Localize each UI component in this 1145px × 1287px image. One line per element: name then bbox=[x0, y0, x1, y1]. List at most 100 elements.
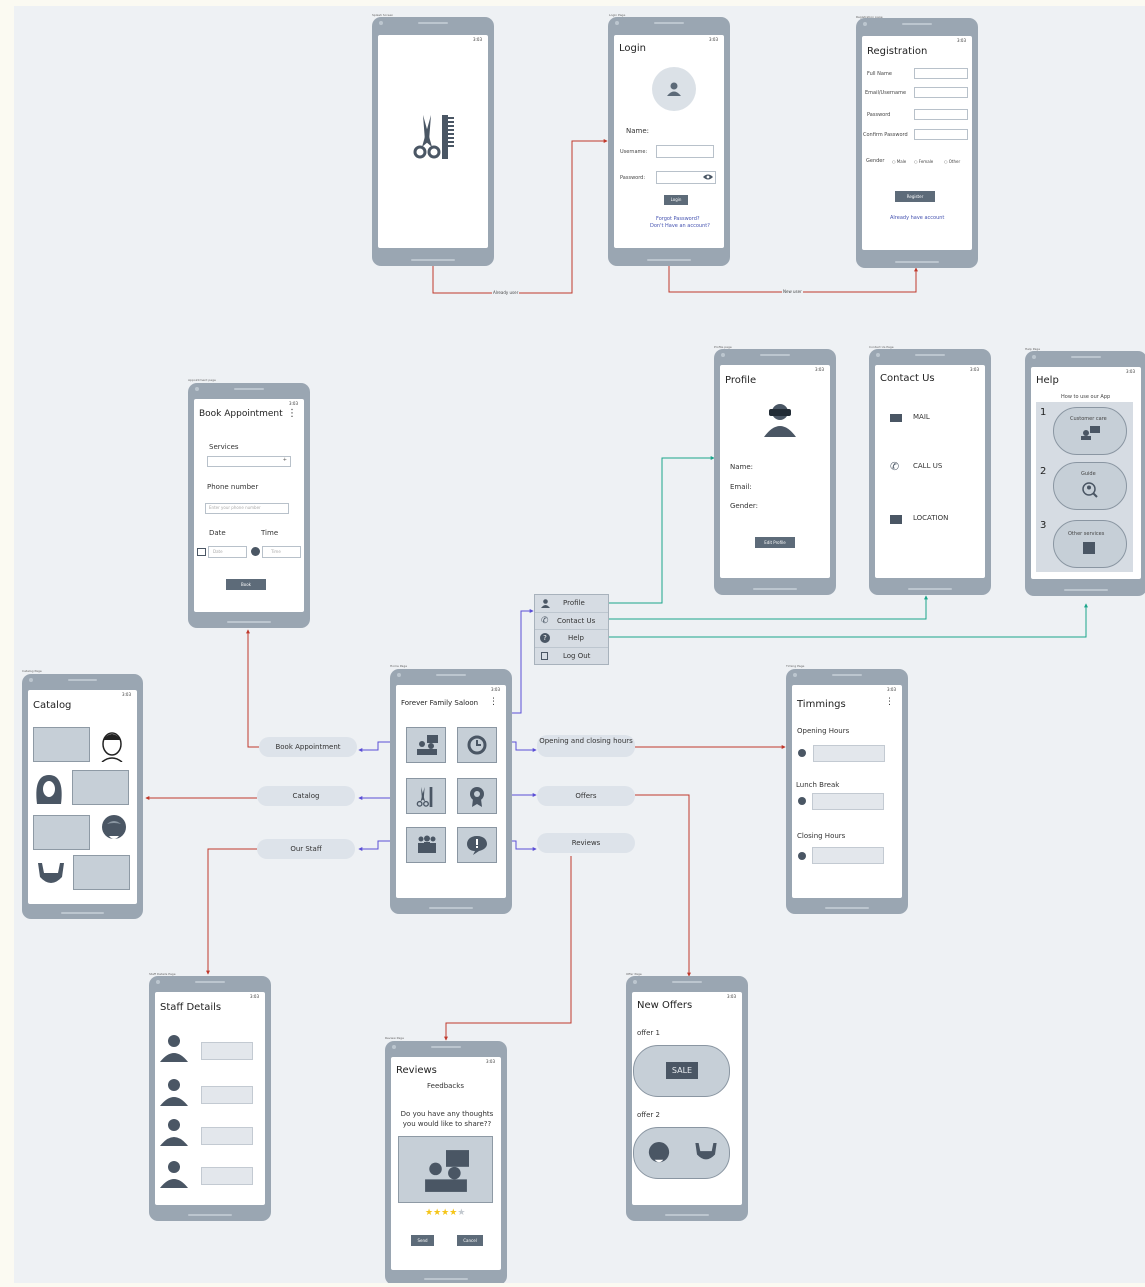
catalog-image[interactable] bbox=[33, 727, 90, 762]
user-icon bbox=[541, 599, 550, 608]
curly-hair-icon bbox=[648, 1142, 670, 1163]
tile-offers[interactable] bbox=[457, 778, 497, 814]
confirm-password-input[interactable] bbox=[914, 129, 968, 140]
book-appointment-pill[interactable]: Book Appointment bbox=[259, 737, 357, 757]
beard-icon[interactable] bbox=[38, 863, 64, 885]
edit-profile-button[interactable]: Edit Profile bbox=[755, 537, 795, 548]
staff-details-field bbox=[201, 1042, 253, 1060]
group-icon bbox=[418, 835, 436, 853]
status-time: 3:03 bbox=[1126, 369, 1135, 374]
star-rating[interactable]: ★★★★★ bbox=[425, 1208, 465, 1218]
email-input[interactable] bbox=[914, 87, 968, 98]
help-item-label: Guide bbox=[1081, 471, 1096, 477]
frame-label-timing: Timing Page bbox=[786, 664, 805, 668]
status-time: 3:03 bbox=[957, 38, 966, 43]
status-time: 3:03 bbox=[970, 367, 979, 372]
avatar bbox=[652, 67, 696, 111]
opening-hours-field[interactable] bbox=[813, 745, 885, 762]
our-staff-pill[interactable]: Our Staff bbox=[257, 839, 355, 859]
register-button[interactable]: Register bbox=[895, 191, 935, 202]
phone-input[interactable]: Enter your phone number bbox=[205, 503, 289, 514]
gender-female-radio[interactable]: ○ Female bbox=[914, 159, 933, 164]
phone-registration: 3:03 Registration Full Name Email/Userna… bbox=[856, 18, 978, 268]
help-item-guide[interactable]: Guide bbox=[1053, 462, 1127, 510]
closing-hours-field[interactable] bbox=[812, 847, 884, 864]
catalog-image[interactable] bbox=[73, 855, 130, 890]
more-vertical-icon[interactable]: ⋮ bbox=[489, 697, 498, 707]
location-link[interactable]: LOCATION bbox=[913, 514, 948, 522]
catalog-pill[interactable]: Catalog bbox=[257, 786, 355, 806]
star-icon[interactable]: ★ bbox=[457, 1208, 465, 1218]
date-input[interactable]: Date bbox=[208, 546, 247, 558]
gender-male-radio[interactable]: ○ Male bbox=[892, 159, 906, 164]
lunch-break-label: Lunch Break bbox=[796, 781, 840, 789]
fullname-label: Full Name bbox=[867, 71, 892, 77]
phone-help: 3:03 Help How to use our App 1 Customer … bbox=[1025, 351, 1145, 596]
edge-menu-to-contact bbox=[608, 595, 928, 620]
curly-hair-icon[interactable] bbox=[101, 814, 127, 842]
edge-offers-to-offerpage bbox=[635, 794, 691, 977]
map-icon[interactable] bbox=[890, 515, 902, 524]
time-input[interactable]: Time bbox=[262, 546, 301, 558]
offer-2-card[interactable] bbox=[633, 1127, 730, 1179]
offer-1-card[interactable]: SALE bbox=[633, 1045, 730, 1097]
puzzle-icon bbox=[1083, 542, 1095, 554]
edge-label-already-user: Already user bbox=[492, 290, 520, 295]
man-face-icon[interactable] bbox=[98, 728, 126, 762]
reviews-pill[interactable]: Reviews bbox=[537, 833, 635, 853]
login-screen: 3:03 Login Name: Username: Password: Log… bbox=[614, 35, 724, 248]
help-num-3: 3 bbox=[1040, 520, 1047, 531]
clock-icon[interactable] bbox=[251, 547, 260, 556]
phone-contact: 3:03 Contact Us MAIL ✆ CALL US LOCATION bbox=[869, 349, 991, 595]
fullname-input[interactable] bbox=[914, 68, 968, 79]
call-us-link[interactable]: CALL US bbox=[913, 462, 942, 470]
offers-title: New Offers bbox=[637, 1000, 693, 1011]
tile-staff[interactable] bbox=[406, 827, 446, 863]
send-button[interactable]: Send bbox=[411, 1235, 434, 1246]
menu-item-log-out[interactable]: Log Out bbox=[535, 648, 608, 665]
hours-pill[interactable]: Opening and closing hours bbox=[537, 735, 635, 757]
offers-pill[interactable]: Offers bbox=[537, 786, 635, 806]
more-vertical-icon[interactable]: ⋮ bbox=[287, 408, 297, 419]
lunch-break-field[interactable] bbox=[812, 793, 884, 810]
services-select[interactable]: + bbox=[207, 456, 291, 467]
email-label: Email/Username bbox=[865, 90, 907, 96]
calendar-icon[interactable] bbox=[197, 548, 206, 556]
star-icon[interactable]: ★ bbox=[425, 1208, 433, 1218]
gender-other-radio[interactable]: ○ Other bbox=[944, 159, 960, 164]
menu-item-help[interactable]: ? Help bbox=[535, 630, 608, 648]
password-input[interactable] bbox=[914, 109, 968, 120]
edge-label-new-user: New user bbox=[782, 289, 803, 294]
eye-icon[interactable] bbox=[703, 174, 713, 180]
menu-item-profile[interactable]: Profile bbox=[535, 595, 608, 613]
home-title: Forever Family Saloon bbox=[401, 699, 479, 707]
cancel-button[interactable]: Cancel bbox=[457, 1235, 483, 1246]
woman-hair-icon[interactable] bbox=[35, 774, 63, 806]
staff-details-field bbox=[201, 1086, 253, 1104]
username-input[interactable] bbox=[656, 145, 714, 158]
mail-link[interactable]: MAIL bbox=[913, 413, 930, 421]
already-have-account-link[interactable]: Already have account bbox=[890, 215, 944, 221]
scissors-comb-icon bbox=[416, 787, 433, 807]
tile-book-appointment[interactable] bbox=[406, 727, 446, 763]
mail-icon[interactable] bbox=[890, 414, 902, 422]
forgot-password-link[interactable]: Forgot Password? bbox=[656, 216, 700, 222]
tile-timing[interactable] bbox=[457, 727, 497, 763]
more-vertical-icon[interactable]: ⋮ bbox=[885, 697, 894, 707]
people-chat-icon bbox=[417, 735, 438, 755]
help-item-customer-care[interactable]: Customer care bbox=[1053, 407, 1127, 455]
catalog-image[interactable] bbox=[33, 815, 90, 850]
book-button[interactable]: Book bbox=[226, 579, 266, 590]
feedback-icon bbox=[467, 836, 487, 855]
login-button[interactable]: Login bbox=[664, 195, 688, 205]
menu-item-contact-us[interactable]: ✆ Contact Us bbox=[535, 613, 608, 630]
password-input[interactable] bbox=[656, 171, 716, 184]
signup-link[interactable]: Don't Have an account? bbox=[650, 223, 710, 229]
tile-reviews[interactable] bbox=[457, 827, 497, 863]
phone-icon[interactable]: ✆ bbox=[890, 460, 899, 473]
star-icon[interactable]: ★ bbox=[433, 1208, 441, 1218]
tile-catalog[interactable] bbox=[406, 778, 446, 814]
help-item-other-services[interactable]: Other services bbox=[1053, 520, 1127, 568]
phone-icon: ✆ bbox=[541, 615, 549, 626]
catalog-image[interactable] bbox=[72, 770, 129, 805]
